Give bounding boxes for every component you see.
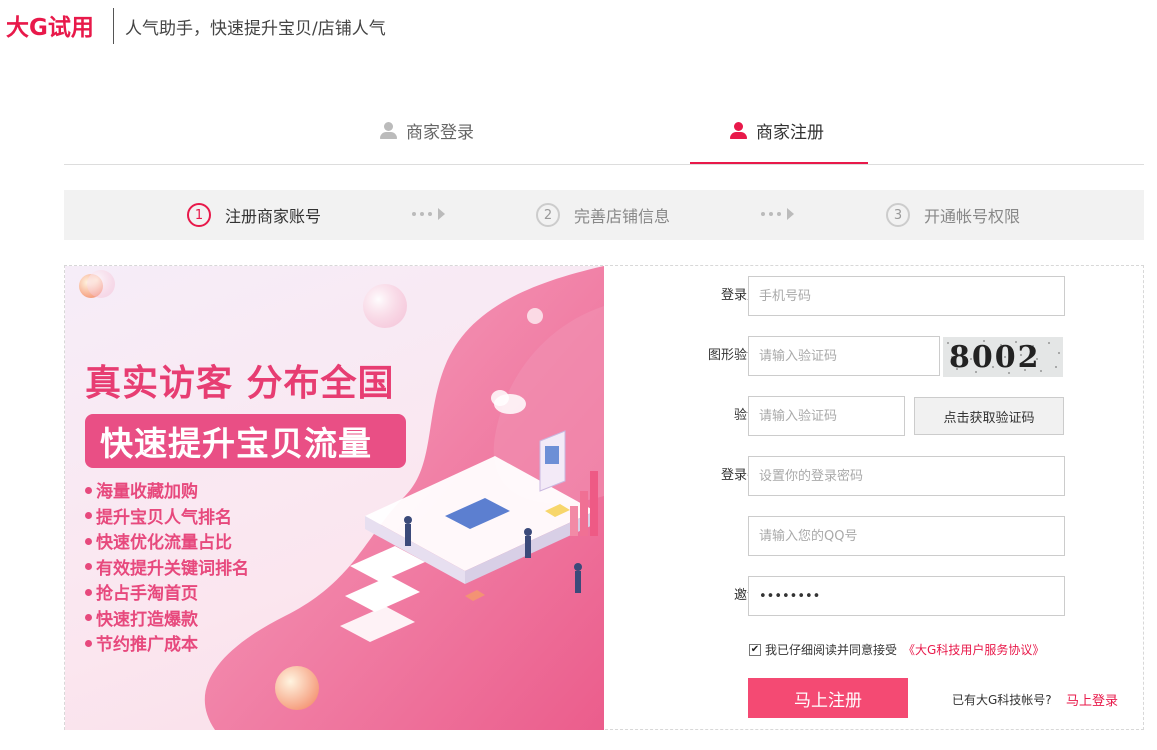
promo-title: 真实访客 分布全国 bbox=[85, 363, 395, 404]
sms-code-input[interactable] bbox=[748, 396, 905, 436]
password-row: 登录密码 bbox=[605, 456, 1125, 496]
captcha-text: 8002 bbox=[949, 340, 1041, 375]
register-panel: 真实访客 分布全国 快速提升宝贝流量 海量收藏加购 提升宝贝人气排名 快速优化流… bbox=[64, 265, 1144, 730]
captcha-input[interactable] bbox=[748, 336, 940, 376]
step-arrow-icon bbox=[412, 208, 445, 220]
header: 大G试用 人气助手，快速提升宝贝/店铺人气 bbox=[0, 0, 1157, 50]
captcha-row: 图形验证码 8002 bbox=[605, 336, 1125, 377]
login-now-link[interactable]: 马上登录 bbox=[1066, 690, 1118, 709]
step-arrow-icon bbox=[761, 208, 794, 220]
invite-code-input[interactable] bbox=[748, 576, 1065, 616]
tab-label: 商家登录 bbox=[406, 123, 474, 143]
have-account-text: 已有大G科技帐号? bbox=[952, 693, 1052, 707]
step-register-account: 1 注册商家账号 bbox=[187, 203, 321, 227]
registration-steps: 1 注册商家账号 2 完善店铺信息 3 开通帐号权限 bbox=[64, 190, 1144, 240]
step-number: 1 bbox=[187, 203, 211, 227]
logo[interactable]: 大G试用 bbox=[6, 8, 94, 42]
tab-merchant-login[interactable]: 商家登录 bbox=[380, 118, 474, 164]
service-agreement-link[interactable]: 《大G科技用户服务协议》 bbox=[903, 641, 1044, 658]
register-button[interactable]: 马上注册 bbox=[748, 678, 908, 718]
qq-row: QQ bbox=[605, 516, 1125, 556]
promo-bullet-list: 海量收藏加购 提升宝贝人气排名 快速优化流量占比 有效提升关键词排名 抢占手淘首… bbox=[85, 480, 249, 659]
account-input[interactable] bbox=[748, 276, 1065, 316]
promo-banner-image: 真实访客 分布全国 快速提升宝贝流量 海量收藏加购 提升宝贝人气排名 快速优化流… bbox=[65, 266, 604, 730]
agreement: ✔ 我已仔细阅读并同意接受 《大G科技用户服务协议》 bbox=[749, 641, 1044, 658]
list-item: 快速打造爆款 bbox=[85, 608, 249, 634]
agree-text: 我已仔细阅读并同意接受 bbox=[765, 643, 898, 657]
list-item: 提升宝贝人气排名 bbox=[85, 506, 249, 532]
list-item: 海量收藏加购 bbox=[85, 480, 249, 506]
list-item: 有效提升关键词排名 bbox=[85, 557, 249, 583]
step-label: 完善店铺信息 bbox=[574, 207, 671, 226]
promo-banner-text: 快速提升宝贝流量 bbox=[85, 414, 406, 468]
slogan: 人气助手，快速提升宝贝/店铺人气 bbox=[125, 19, 386, 39]
sms-code-row: 验证码 点击获取验证码 bbox=[605, 396, 1125, 436]
step-number: 2 bbox=[536, 203, 560, 227]
step-number: 3 bbox=[886, 203, 910, 227]
user-icon bbox=[380, 122, 397, 139]
step-shop-info: 2 完善店铺信息 bbox=[536, 203, 670, 227]
tab-merchant-register[interactable]: 商家注册 bbox=[690, 118, 868, 164]
step-account-permission: 3 开通帐号权限 bbox=[886, 203, 1020, 227]
password-input[interactable] bbox=[748, 456, 1065, 496]
step-label: 注册商家账号 bbox=[225, 207, 322, 226]
agree-checkbox[interactable]: ✔ bbox=[749, 643, 761, 656]
list-item: 抢占手淘首页 bbox=[85, 582, 249, 608]
list-item: 快速优化流量占比 bbox=[85, 531, 249, 557]
list-item: 节约推广成本 bbox=[85, 633, 249, 659]
tab-label: 商家注册 bbox=[756, 123, 824, 143]
qq-input[interactable] bbox=[748, 516, 1065, 556]
step-label: 开通帐号权限 bbox=[924, 207, 1021, 226]
get-code-button[interactable]: 点击获取验证码 bbox=[914, 397, 1064, 435]
user-icon bbox=[730, 122, 747, 139]
invite-code-row: 邀请码 bbox=[605, 576, 1125, 616]
header-divider bbox=[113, 8, 114, 44]
account-row: 登录账号 bbox=[605, 276, 1125, 316]
auth-tabs: 商家登录 商家注册 bbox=[64, 108, 1144, 165]
captcha-image[interactable]: 8002 bbox=[943, 337, 1063, 377]
